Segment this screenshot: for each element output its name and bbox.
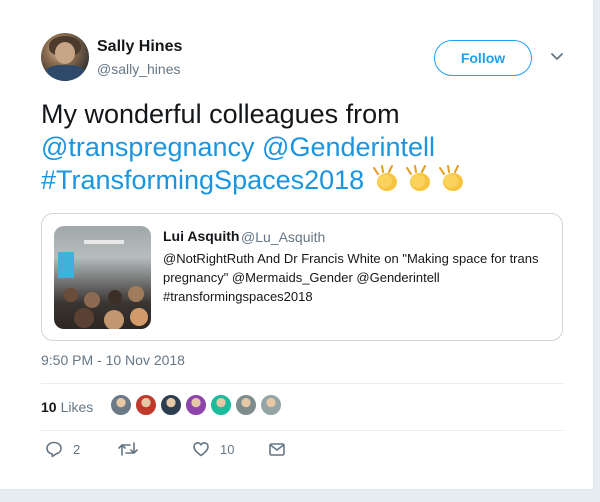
liker-avatar[interactable] xyxy=(185,394,207,416)
liker-avatar[interactable] xyxy=(110,394,132,416)
follow-button[interactable]: Follow xyxy=(434,40,532,76)
quoted-tweet-text: @NotRightRuth And Dr Francis White on "M… xyxy=(163,251,539,304)
likes-count-label: Likes xyxy=(60,399,94,415)
retweet-icon xyxy=(118,442,138,456)
mention-link[interactable]: @transpregnancy xyxy=(41,132,255,162)
reply-button[interactable]: 2 xyxy=(45,440,80,458)
liker-avatars xyxy=(110,394,285,416)
tweet-text: My wonderful colleagues from @transpregn… xyxy=(41,98,561,202)
likes-count-number: 10 xyxy=(41,399,57,415)
likes-count[interactable]: 10 Likes xyxy=(41,399,93,415)
chevron-down-icon[interactable] xyxy=(550,52,564,62)
quoted-tweet[interactable]: Lui Asquith @Lu_Asquith @NotRightRuth An… xyxy=(41,213,563,341)
clapping-hands-icon xyxy=(372,164,472,202)
reply-count: 2 xyxy=(73,441,81,457)
reply-icon xyxy=(46,441,62,458)
tweet-actions: 2 10 xyxy=(41,440,341,466)
tweet-timestamp[interactable]: 9:50 PM - 10 Nov 2018 xyxy=(41,352,185,368)
direct-message-button[interactable] xyxy=(268,440,296,458)
hashtag-link[interactable]: #TransformingSpaces2018 xyxy=(41,165,364,195)
quoted-author-handle[interactable]: @Lu_Asquith xyxy=(241,229,325,245)
retweet-button[interactable] xyxy=(118,440,148,458)
liker-avatar[interactable] xyxy=(210,394,232,416)
divider xyxy=(41,383,563,384)
author-handle[interactable]: @sally_hines xyxy=(97,61,180,77)
liker-avatar[interactable] xyxy=(235,394,257,416)
divider xyxy=(41,430,563,431)
heart-icon xyxy=(193,442,209,457)
mention-link[interactable]: @Genderintell xyxy=(262,132,435,162)
tweet-card: Sally Hines @sally_hines Follow My wonde… xyxy=(0,0,594,490)
author-avatar[interactable] xyxy=(41,33,89,81)
envelope-icon xyxy=(269,443,285,456)
tweet-text-line: My wonderful colleagues from xyxy=(41,99,400,129)
like-count: 10 xyxy=(220,441,235,457)
author-name[interactable]: Sally Hines xyxy=(97,38,182,56)
liker-avatar[interactable] xyxy=(260,394,282,416)
liker-avatar[interactable] xyxy=(135,394,157,416)
like-button[interactable]: 10 xyxy=(192,440,234,458)
liker-avatar[interactable] xyxy=(160,394,182,416)
quoted-author-name[interactable]: Lui Asquith xyxy=(163,228,239,244)
quoted-tweet-photo[interactable] xyxy=(54,226,151,329)
